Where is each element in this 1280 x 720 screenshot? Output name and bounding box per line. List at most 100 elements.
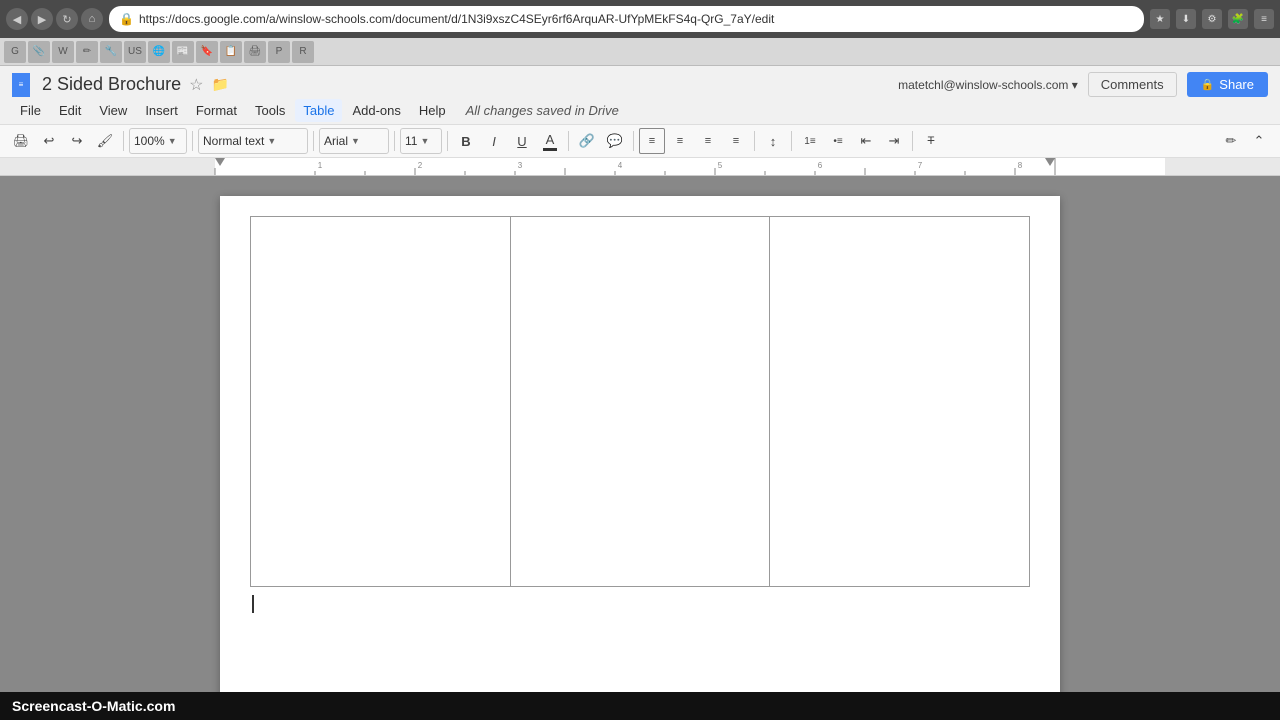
svg-text:5: 5 (718, 161, 723, 170)
browser-icons: ★ ⬇ ⚙ 🧩 ≡ (1150, 9, 1274, 29)
text-cursor (252, 595, 254, 613)
numbered-list-button[interactable]: 1≡ (797, 128, 823, 154)
menu-help[interactable]: Help (411, 99, 454, 122)
document-page[interactable] (220, 196, 1060, 700)
ext-2[interactable]: 📎 (28, 41, 50, 63)
ext-12[interactable]: P (268, 41, 290, 63)
back-button[interactable]: ◀ (6, 8, 28, 30)
line-spacing-button[interactable]: ↕ (760, 128, 786, 154)
separator-9 (791, 131, 792, 151)
separator-8 (754, 131, 755, 151)
watermark-text: Screencast-O-Matic.com (12, 698, 175, 714)
separator-2 (192, 131, 193, 151)
menu-bar: File Edit View Insert Format Tools Table… (0, 97, 1280, 124)
ext-4[interactable]: ✏ (76, 41, 98, 63)
ext-9[interactable]: 🔖 (196, 41, 218, 63)
redo-button[interactable]: ↪ (64, 128, 90, 154)
menu-insert[interactable]: Insert (137, 99, 186, 122)
print-button[interactable]: 🖨 (8, 128, 34, 154)
svg-text:7: 7 (918, 161, 923, 170)
menu-file[interactable]: File (12, 99, 49, 122)
ext-6[interactable]: US (124, 41, 146, 63)
share-button[interactable]: 🔒 Share (1187, 72, 1268, 97)
user-email[interactable]: matetchl@winslow-schools.com ▾ (898, 78, 1078, 92)
browser-toolbar: ◀ ▶ ↻ ⌂ 🔒 https://docs.google.com/a/wins… (0, 0, 1280, 38)
align-right-button[interactable]: ≡ (695, 128, 721, 154)
align-left-button[interactable]: ≡ (639, 128, 665, 154)
align-justify-button[interactable]: ≡ (723, 128, 749, 154)
zoom-arrow: ▼ (168, 136, 177, 146)
document-table[interactable] (250, 216, 1030, 587)
ext-10[interactable]: 📋 (220, 41, 242, 63)
document-area[interactable] (0, 176, 1280, 720)
expand-button[interactable]: ⌃ (1246, 128, 1272, 154)
refresh-button[interactable]: ↻ (56, 8, 78, 30)
menu-tools[interactable]: Tools (247, 99, 293, 122)
settings-icon[interactable]: ⚙ (1202, 9, 1222, 29)
zoom-select[interactable]: 100% ▼ (129, 128, 187, 154)
bold-button[interactable]: B (453, 128, 479, 154)
bookmark-icon[interactable]: ★ (1150, 9, 1170, 29)
ruler: 1 2 3 4 5 6 7 8 (0, 158, 1280, 176)
clear-format-button[interactable]: T (918, 128, 944, 154)
forward-button[interactable]: ▶ (31, 8, 53, 30)
bullet-list-button[interactable]: •≡ (825, 128, 851, 154)
download-icon[interactable]: ⬇ (1176, 9, 1196, 29)
italic-button[interactable]: I (481, 128, 507, 154)
svg-text:4: 4 (618, 161, 623, 170)
text-color-button[interactable]: A (537, 128, 563, 154)
pen-button[interactable]: ✏ (1218, 128, 1244, 154)
font-select[interactable]: Arial ▼ (319, 128, 389, 154)
home-button[interactable]: ⌂ (81, 8, 103, 30)
table-cell-1[interactable] (251, 217, 511, 587)
font-arrow: ▼ (351, 136, 360, 146)
menu-addons[interactable]: Add-ons (344, 99, 408, 122)
ext-11[interactable]: 🖨 (244, 41, 266, 63)
font-size-select[interactable]: 11 ▼ (400, 128, 442, 154)
indent-more-button[interactable]: ⇥ (881, 128, 907, 154)
menu-view[interactable]: View (91, 99, 135, 122)
extensions-icon[interactable]: 🧩 (1228, 9, 1248, 29)
address-bar[interactable]: 🔒 https://docs.google.com/a/winslow-scho… (109, 6, 1144, 32)
gdocs-container: ≡ 2 Sided Brochure ☆ 📁 matetchl@winslow-… (0, 66, 1280, 720)
menu-icon[interactable]: ≡ (1254, 9, 1274, 29)
ext-1[interactable]: G (4, 41, 26, 63)
table-row (251, 217, 1030, 587)
saved-status: All changes saved in Drive (466, 103, 619, 118)
folder-icon[interactable]: 📁 (211, 76, 228, 93)
svg-text:1: 1 (318, 161, 323, 170)
svg-text:6: 6 (818, 161, 823, 170)
undo-button[interactable]: ↩ (36, 128, 62, 154)
star-icon[interactable]: ☆ (189, 75, 203, 95)
underline-button[interactable]: U (509, 128, 535, 154)
style-select[interactable]: Normal text ▼ (198, 128, 308, 154)
separator-7 (633, 131, 634, 151)
svg-text:2: 2 (418, 161, 423, 170)
table-cell-3[interactable] (770, 217, 1030, 587)
link-button[interactable]: 🔗 (574, 128, 600, 154)
ext-5[interactable]: 🔧 (100, 41, 122, 63)
secure-icon: 🔒 (119, 12, 134, 26)
toolbar-right: ✏ ⌃ (1218, 128, 1272, 154)
svg-text:8: 8 (1018, 161, 1023, 170)
align-center-button[interactable]: ≡ (667, 128, 693, 154)
separator-10 (912, 131, 913, 151)
ext-3[interactable]: W (52, 41, 74, 63)
document-content[interactable] (220, 196, 1060, 633)
cursor-area[interactable] (250, 595, 1030, 613)
indent-less-button[interactable]: ⇤ (853, 128, 879, 154)
nav-buttons: ◀ ▶ ↻ ⌂ (6, 8, 103, 30)
browser-chrome: ◀ ▶ ↻ ⌂ 🔒 https://docs.google.com/a/wins… (0, 0, 1280, 66)
ext-8[interactable]: 📰 (172, 41, 194, 63)
comment-button[interactable]: 💬 (602, 128, 628, 154)
comments-button[interactable]: Comments (1088, 72, 1177, 97)
menu-table[interactable]: Table (295, 99, 342, 122)
ext-7[interactable]: 🌐 (148, 41, 170, 63)
doc-title[interactable]: 2 Sided Brochure (42, 74, 181, 95)
table-cell-2[interactable] (510, 217, 770, 587)
extension-bar: G 📎 W ✏ 🔧 US 🌐 📰 🔖 📋 🖨 P R (0, 38, 1280, 66)
menu-edit[interactable]: Edit (51, 99, 89, 122)
ext-13[interactable]: R (292, 41, 314, 63)
paintformat-button[interactable]: 🖌 (92, 128, 118, 154)
menu-format[interactable]: Format (188, 99, 245, 122)
